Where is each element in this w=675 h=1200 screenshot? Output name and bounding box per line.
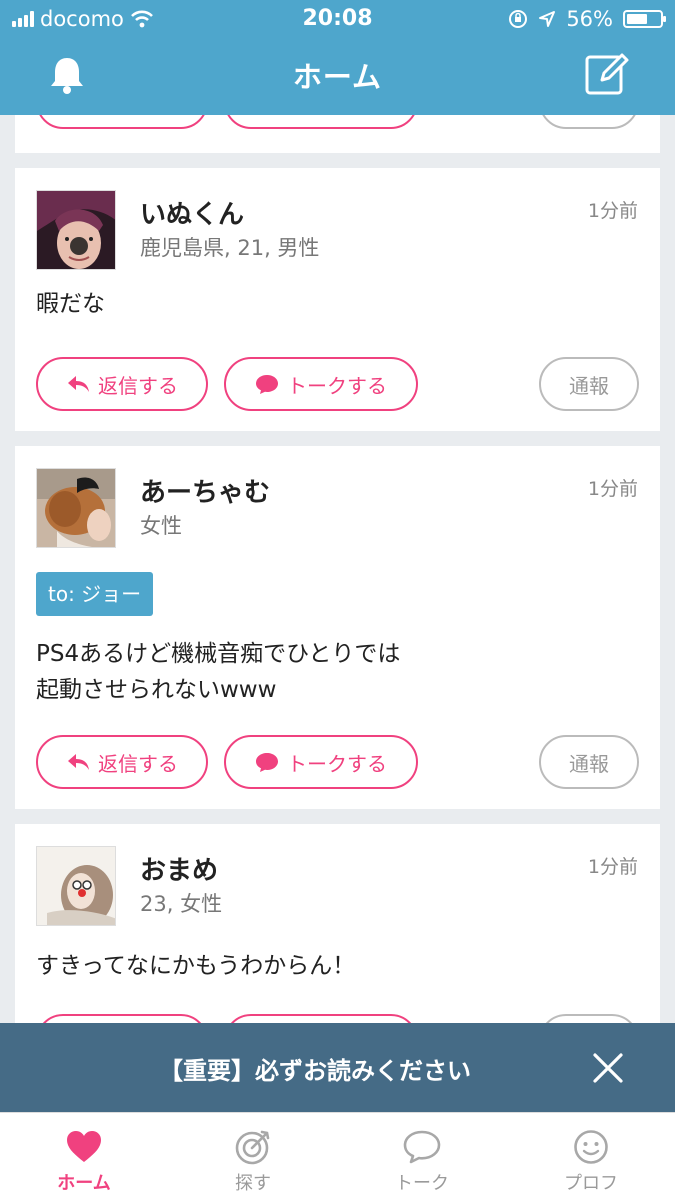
avatar[interactable] xyxy=(36,468,116,548)
tab-label: プロフ xyxy=(564,1173,618,1194)
user-meta: 女性 xyxy=(140,514,182,538)
tab-label: 探す xyxy=(235,1173,271,1194)
post-time: 1分前 xyxy=(587,478,638,500)
chat-bubble-icon xyxy=(256,375,278,394)
reply-arrow-icon xyxy=(68,754,89,770)
tab-search[interactable]: 探す xyxy=(169,1113,337,1200)
user-name[interactable]: あーちゃむ xyxy=(140,472,270,509)
important-notice-banner[interactable]: 【重要】必ずお読みください xyxy=(0,1023,675,1112)
reply-to-badge[interactable]: to: ジョー xyxy=(36,572,154,616)
user-name[interactable]: いぬくん xyxy=(140,194,244,231)
battery-percent: 56% xyxy=(566,7,613,31)
avatar[interactable] xyxy=(36,190,116,270)
talk-label: トークする xyxy=(287,373,387,398)
location-arrow-icon xyxy=(539,11,556,27)
face-icon xyxy=(574,1130,608,1164)
reply-arrow-icon xyxy=(68,376,89,392)
close-icon[interactable] xyxy=(590,1050,626,1086)
report-label: 通報 xyxy=(569,751,609,776)
post-card: あーちゃむ 女性 1分前 to: ジョー PS4あるけど機械音痴でひとりでは 起… xyxy=(15,446,660,809)
reply-button[interactable]: 返信する xyxy=(36,357,208,411)
post-text: PS4あるけど機械音痴でひとりでは 起動させられないwww xyxy=(36,636,400,708)
talk-button[interactable] xyxy=(224,115,418,129)
report-label: 通報 xyxy=(569,373,609,398)
tab-profile[interactable]: プロフ xyxy=(507,1113,675,1200)
reply-label: 返信する xyxy=(98,373,178,398)
avatar[interactable] xyxy=(36,846,116,926)
user-meta: 23, 女性 xyxy=(140,892,223,916)
status-bar: docomo 20:08 56% xyxy=(0,0,675,38)
post-text-line: PS4あるけど機械音痴でひとりでは xyxy=(36,641,401,667)
target-icon xyxy=(235,1130,270,1165)
report-button[interactable]: 通報 xyxy=(539,357,639,411)
notice-text[interactable]: 【重要】必ずお読みください xyxy=(0,1051,630,1086)
chat-bubble-icon xyxy=(256,753,278,772)
status-right: 56% xyxy=(508,7,666,31)
tab-label: ホーム xyxy=(57,1173,111,1194)
tab-label: トーク xyxy=(395,1173,449,1194)
post-feed[interactable]: いぬくん 鹿児島県, 21, 男性 1分前 暇だな 返信する トークする 通報 xyxy=(0,115,675,1115)
post-text: 暇だな xyxy=(36,291,105,317)
tab-home[interactable]: ホーム xyxy=(0,1113,168,1200)
bottom-tab-bar: ホーム 探す トーク プロフ xyxy=(0,1112,675,1200)
post-text: すきってなにかもうわからん！ xyxy=(36,953,356,979)
compose-icon[interactable] xyxy=(584,50,630,96)
post-time: 1分前 xyxy=(587,200,638,222)
report-button[interactable] xyxy=(539,115,639,129)
talk-button[interactable]: トークする xyxy=(224,735,418,789)
post-card: いぬくん 鹿児島県, 21, 男性 1分前 暇だな 返信する トークする 通報 xyxy=(15,168,660,431)
reply-label: 返信する xyxy=(98,751,178,776)
app-header: docomo 20:08 56% ホーム xyxy=(0,0,675,115)
post-time: 1分前 xyxy=(587,856,638,878)
page-title: ホーム xyxy=(292,60,383,94)
user-name[interactable]: おまめ xyxy=(140,850,218,887)
rotation-lock-icon xyxy=(509,10,528,28)
user-meta: 鹿児島県, 21, 男性 xyxy=(140,236,320,260)
talk-button[interactable]: トークする xyxy=(224,357,418,411)
reply-button[interactable] xyxy=(36,115,208,129)
speech-bubble-icon xyxy=(403,1130,441,1164)
battery-icon xyxy=(623,10,666,28)
reply-button[interactable]: 返信する xyxy=(36,735,208,789)
talk-label: トークする xyxy=(287,751,387,776)
heart-icon xyxy=(67,1131,101,1162)
post-text-line: 起動させられないwww xyxy=(36,677,277,703)
post-card-partial xyxy=(15,115,660,153)
tab-talk[interactable]: トーク xyxy=(338,1113,506,1200)
report-button[interactable]: 通報 xyxy=(539,735,639,789)
